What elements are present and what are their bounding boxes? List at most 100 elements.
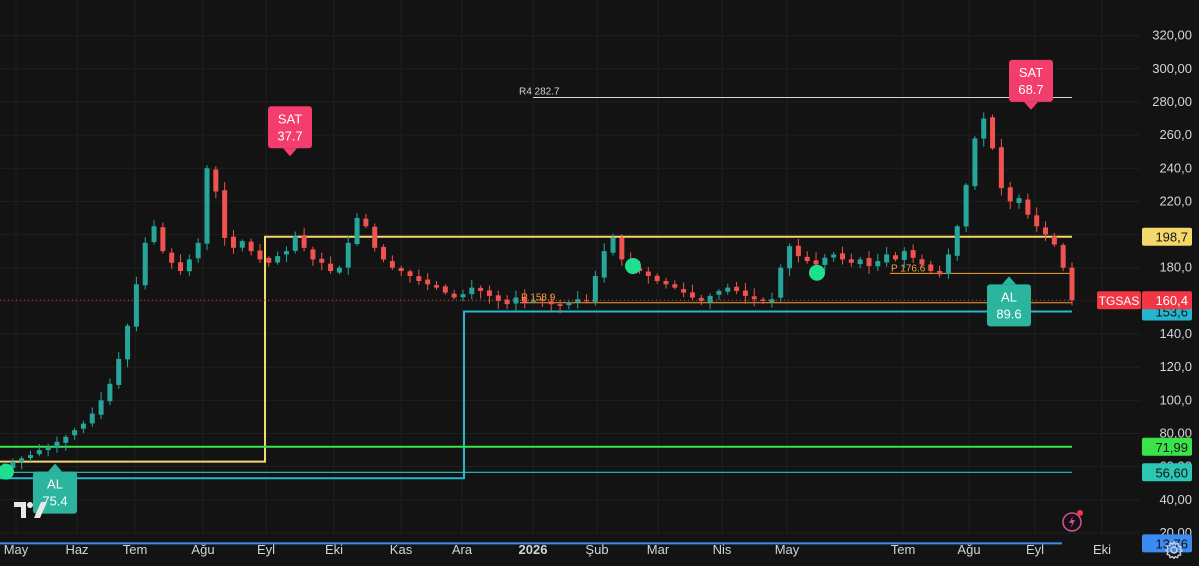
candle-body [425, 279, 431, 285]
candle-body [751, 296, 757, 300]
candle-body [319, 258, 325, 263]
candle-body [116, 358, 122, 385]
candle-body [866, 258, 872, 267]
candle-body [610, 237, 616, 253]
candle-body [433, 285, 439, 288]
y-tick-label: 180,0 [1159, 260, 1192, 275]
candle-body [848, 259, 854, 263]
callout-label: SAT [1019, 65, 1043, 80]
callout-label: AL [1001, 289, 1017, 304]
candle-body [1034, 215, 1040, 227]
candle-body [857, 259, 863, 265]
candle-body [831, 254, 837, 258]
candle-body [725, 287, 731, 292]
candle-body [928, 264, 934, 272]
candle-body [910, 250, 916, 258]
candle-body [478, 287, 484, 291]
candle-body [1069, 267, 1075, 301]
lightning-alert-icon[interactable] [1062, 510, 1084, 532]
x-tick-label: Ağu [957, 542, 980, 557]
candle-body [398, 268, 404, 272]
candle-body [107, 383, 113, 402]
candle-body [27, 455, 33, 459]
candle-body [592, 276, 598, 302]
candle-body [566, 302, 572, 306]
candle-body [698, 297, 704, 301]
candle-body [195, 242, 201, 259]
candle-body [169, 252, 175, 263]
candle-body [178, 262, 184, 272]
tradingview-logo-icon [14, 502, 47, 518]
candle-body [998, 147, 1004, 189]
candle-body [937, 270, 943, 275]
x-tick-label: 2026 [519, 542, 548, 557]
x-tick-label: Ağu [191, 542, 214, 557]
y-tick-label: 240,0 [1159, 160, 1192, 175]
candle-body [787, 246, 793, 269]
candle-body [389, 261, 395, 268]
candle-body [213, 169, 219, 192]
candle-body [222, 190, 228, 238]
candle-body [36, 450, 42, 455]
candle-body [460, 294, 466, 298]
candle-body [557, 304, 563, 306]
candle-body [707, 295, 713, 303]
candle-body [884, 254, 890, 263]
level-badge-value: 56,60 [1155, 465, 1188, 480]
candle-body [283, 251, 289, 255]
candle-body [584, 300, 590, 302]
x-tick-label: Şub [585, 542, 608, 557]
y-tick-label: 220,0 [1159, 193, 1192, 208]
candle-body [645, 271, 651, 277]
candle-body [619, 237, 625, 260]
callout-label: AL [47, 477, 63, 492]
candle-body [451, 293, 457, 298]
signal-dot [625, 258, 641, 275]
candle-body [734, 286, 740, 291]
x-tick-label: Tem [891, 542, 916, 557]
x-tick-label: Eki [1093, 542, 1111, 557]
candle-body [875, 261, 881, 267]
candle-body [575, 299, 581, 303]
x-tick-label: May [4, 542, 29, 557]
candle-body [186, 259, 192, 272]
candle-body [142, 242, 148, 286]
y-tick-label: 320,00 [1152, 28, 1192, 43]
x-tick-label: Kas [390, 542, 413, 557]
callout-value: 37.7 [277, 128, 302, 143]
level-badge-value: 71,99 [1155, 440, 1188, 455]
price-chart[interactable]: R4 282.7P 158.9P 176.6SAT37.7SAT68.7AL75… [0, 0, 1199, 566]
y-tick-label: 260,0 [1159, 127, 1192, 142]
candle-body [892, 255, 898, 260]
x-tick-label: Eyl [257, 542, 275, 557]
candle-body [63, 436, 69, 443]
candle-body [742, 290, 748, 296]
candle-body [716, 290, 722, 295]
candle-body [1016, 198, 1022, 204]
candle-body [363, 218, 369, 227]
candle-body [345, 242, 351, 268]
candle-body [469, 287, 475, 295]
candle-body [301, 235, 307, 248]
candle-body [1060, 245, 1066, 268]
candle-body [416, 276, 422, 281]
callout-value: 89.6 [996, 306, 1021, 321]
candle-body [1051, 236, 1057, 245]
candle-body [654, 275, 660, 281]
gear-icon[interactable] [1165, 541, 1183, 559]
candle-body [275, 256, 281, 263]
candle-body [778, 267, 784, 298]
candle-body [769, 299, 775, 303]
x-tick-label: Eyl [1026, 542, 1044, 557]
candle-body [663, 281, 669, 285]
x-tick-label: Eki [325, 542, 343, 557]
candle-body [133, 284, 139, 327]
x-tick-label: Ara [452, 542, 473, 557]
candle-body [813, 260, 819, 265]
candle-body [601, 251, 607, 278]
candle-body [495, 295, 501, 301]
candle-body [795, 245, 801, 257]
signal-dot [809, 264, 825, 281]
candle-body [204, 168, 210, 244]
candle-body [328, 263, 334, 272]
